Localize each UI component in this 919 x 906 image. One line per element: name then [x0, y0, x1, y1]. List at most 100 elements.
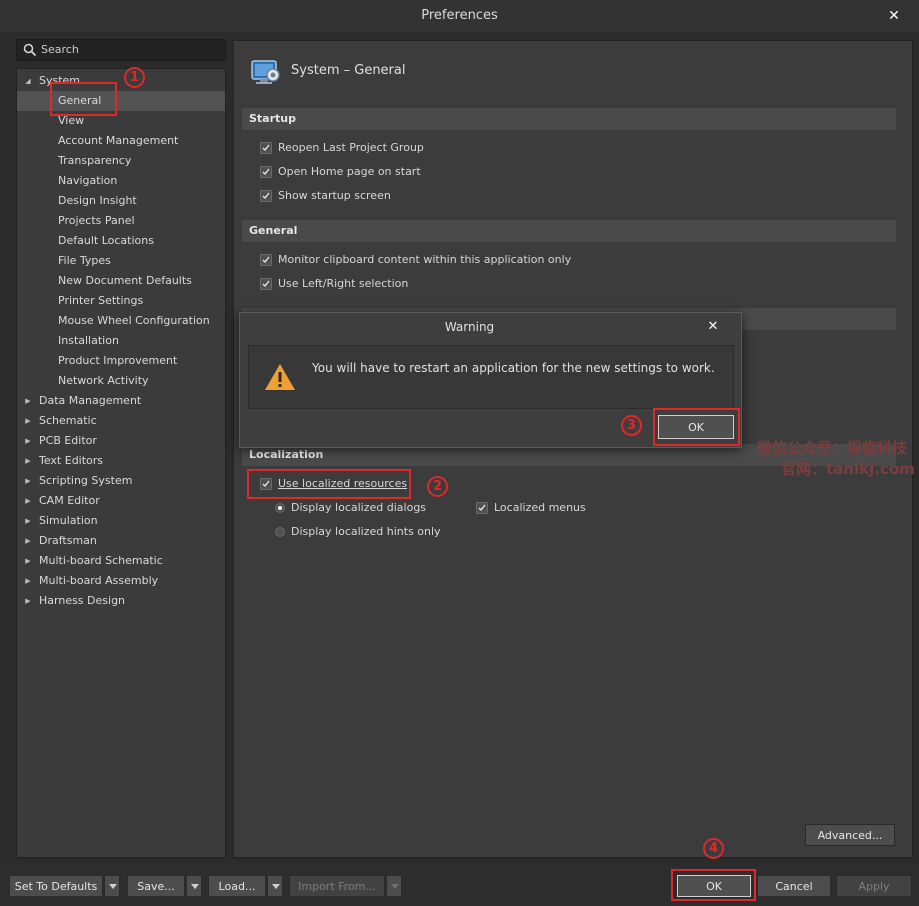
- system-general-icon: [251, 60, 280, 84]
- expand-arrow-icon[interactable]: ▶: [23, 431, 33, 451]
- checkbox-icon[interactable]: [260, 142, 272, 154]
- warning-dialog: Warning ✕ You will have to restart an ap…: [239, 312, 742, 448]
- advanced-button[interactable]: Advanced...: [805, 824, 895, 846]
- expand-arrow-icon[interactable]: ▶: [23, 511, 33, 531]
- tree-item-file-types[interactable]: File Types: [17, 251, 225, 271]
- tree-item-pcb-editor[interactable]: ▶ PCB Editor: [17, 431, 225, 451]
- tree-item-harness-design[interactable]: ▶ Harness Design: [17, 591, 225, 611]
- checkbox-label: Monitor clipboard content within this ap…: [278, 253, 572, 266]
- tree-item-new-document-defaults[interactable]: New Document Defaults: [17, 271, 225, 291]
- page-title: System – General: [291, 63, 406, 78]
- tree-item-label: PCB Editor: [39, 434, 97, 447]
- tree-item-design-insight[interactable]: Design Insight: [17, 191, 225, 211]
- import-from-dropdown-icon[interactable]: [386, 875, 402, 897]
- tree-item-label: Projects Panel: [58, 214, 135, 227]
- tree-item-label: Schematic: [39, 414, 97, 427]
- checkbox-label: Use localized resources: [278, 477, 408, 490]
- tree-item-label: Harness Design: [39, 594, 126, 607]
- close-icon[interactable]: ✕: [884, 6, 904, 26]
- title-bar: Preferences ✕: [0, 0, 919, 32]
- tree-item-general[interactable]: General: [17, 91, 225, 111]
- section-header-general: General: [242, 220, 896, 242]
- tree-item-view[interactable]: View: [17, 111, 225, 131]
- close-icon[interactable]: ✕: [703, 317, 723, 337]
- expand-arrow-icon[interactable]: ▶: [23, 531, 33, 551]
- checkbox-icon[interactable]: [260, 254, 272, 266]
- set-to-defaults-button[interactable]: Set To Defaults: [9, 875, 103, 897]
- save-button[interactable]: Save...: [127, 875, 185, 897]
- tree-item-label: Draftsman: [39, 534, 97, 547]
- expand-arrow-icon[interactable]: ▶: [23, 391, 33, 411]
- tree-item-product-improvement[interactable]: Product Improvement: [17, 351, 225, 371]
- load-dropdown-icon[interactable]: [267, 875, 283, 897]
- tree-item-multi-board-schematic[interactable]: ▶ Multi-board Schematic: [17, 551, 225, 571]
- tree-item-cam-editor[interactable]: ▶ CAM Editor: [17, 491, 225, 511]
- tree-item-network-activity[interactable]: Network Activity: [17, 371, 225, 391]
- cancel-button[interactable]: Cancel: [757, 875, 831, 897]
- tree-item-transparency[interactable]: Transparency: [17, 151, 225, 171]
- expand-arrow-icon[interactable]: ▶: [23, 411, 33, 431]
- radio-selected-icon[interactable]: [275, 503, 285, 513]
- tree-item-draftsman[interactable]: ▶ Draftsman: [17, 531, 225, 551]
- tree-item-label: Account Management: [58, 134, 179, 147]
- section-header-startup: Startup: [242, 108, 896, 130]
- expand-arrow-icon[interactable]: ▶: [23, 551, 33, 571]
- tree-item-label: Printer Settings: [58, 294, 144, 307]
- tree-item-simulation[interactable]: ▶ Simulation: [17, 511, 225, 531]
- tree-item-system[interactable]: ◢ System: [17, 71, 225, 91]
- import-from-button[interactable]: Import From...: [289, 875, 385, 897]
- search-box[interactable]: [16, 39, 226, 61]
- warning-icon: [265, 364, 295, 390]
- expand-arrow-icon[interactable]: ▶: [23, 491, 33, 511]
- tree-item-data-management[interactable]: ▶ Data Management: [17, 391, 225, 411]
- checkbox-label: Use Left/Right selection: [278, 277, 409, 290]
- tree-item-text-editors[interactable]: ▶ Text Editors: [17, 451, 225, 471]
- warning-ok-button[interactable]: OK: [658, 415, 734, 439]
- preferences-tree: ◢ System General View Account Management…: [16, 68, 226, 858]
- tree-item-label: Multi-board Schematic: [39, 554, 163, 567]
- checkbox-icon[interactable]: [260, 278, 272, 290]
- set-to-defaults-dropdown-icon[interactable]: [104, 875, 120, 897]
- tree-item-installation[interactable]: Installation: [17, 331, 225, 351]
- tree-item-schematic[interactable]: ▶ Schematic: [17, 411, 225, 431]
- expand-arrow-icon[interactable]: ▶: [23, 591, 33, 611]
- tree-item-label: System: [39, 74, 81, 87]
- checkbox-icon[interactable]: [260, 190, 272, 202]
- save-dropdown-icon[interactable]: [186, 875, 202, 897]
- apply-button[interactable]: Apply: [836, 875, 912, 897]
- radio-unselected-icon[interactable]: [275, 527, 285, 537]
- load-button[interactable]: Load...: [208, 875, 266, 897]
- dialog-message: You will have to restart an application …: [312, 361, 715, 375]
- dialog-body: You will have to restart an application …: [248, 345, 734, 409]
- watermark-line-1: 微信公众号：探临科技: [757, 439, 908, 457]
- tree-item-label: Design Insight: [58, 194, 137, 207]
- expand-arrow-icon[interactable]: ▶: [23, 451, 33, 471]
- tree-item-label: Navigation: [58, 174, 118, 187]
- checkbox-label: Show startup screen: [278, 189, 391, 202]
- tree-item-mouse-wheel-configuration[interactable]: Mouse Wheel Configuration: [17, 311, 225, 331]
- tree-item-account-management[interactable]: Account Management: [17, 131, 225, 151]
- radio-label: Display localized hints only: [291, 525, 441, 538]
- ok-button[interactable]: OK: [677, 875, 751, 897]
- dialog-title: Warning: [444, 320, 495, 334]
- tree-item-default-locations[interactable]: Default Locations: [17, 231, 225, 251]
- tree-item-label: File Types: [58, 254, 111, 267]
- expand-arrow-icon[interactable]: ▶: [23, 471, 33, 491]
- checkbox-icon[interactable]: [260, 166, 272, 178]
- checkbox-icon[interactable]: [260, 478, 272, 490]
- search-input[interactable]: [41, 40, 221, 60]
- tree-item-projects-panel[interactable]: Projects Panel: [17, 211, 225, 231]
- tree-item-navigation[interactable]: Navigation: [17, 171, 225, 191]
- tree-item-label: New Document Defaults: [58, 274, 192, 287]
- tree-item-label: Product Improvement: [58, 354, 178, 367]
- tree-item-printer-settings[interactable]: Printer Settings: [17, 291, 225, 311]
- checkbox-label: Reopen Last Project Group: [278, 141, 424, 154]
- tree-item-multi-board-assembly[interactable]: ▶ Multi-board Assembly: [17, 571, 225, 591]
- tree-item-scripting-system[interactable]: ▶ Scripting System: [17, 471, 225, 491]
- collapse-arrow-icon[interactable]: ◢: [23, 71, 33, 91]
- tree-item-label: Text Editors: [39, 454, 104, 467]
- tree-item-label: Multi-board Assembly: [39, 574, 159, 587]
- checkbox-icon[interactable]: [476, 502, 488, 514]
- expand-arrow-icon[interactable]: ▶: [23, 571, 33, 591]
- tree-item-label: Network Activity: [58, 374, 149, 387]
